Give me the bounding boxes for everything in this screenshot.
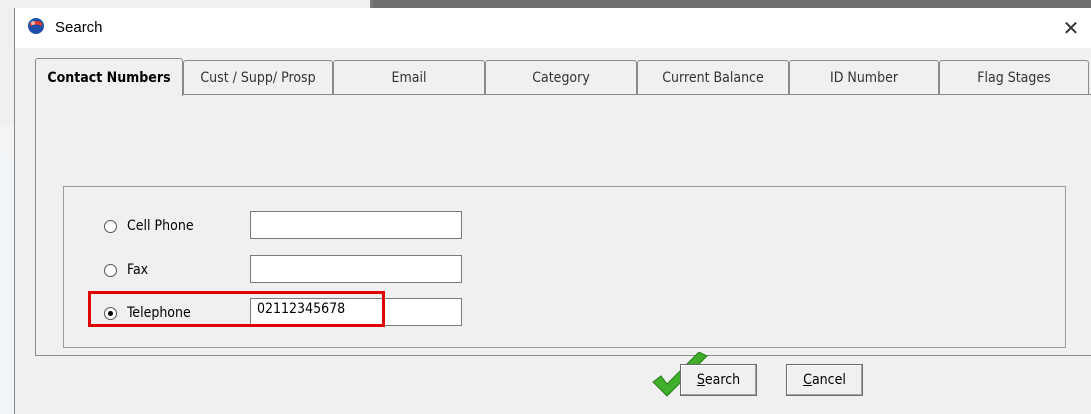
cell-phone-label: Cell Phone bbox=[127, 218, 194, 234]
title-bar[interactable]: Search ✕ bbox=[15, 8, 1091, 48]
cancel-button[interactable]: Cancel bbox=[786, 364, 863, 396]
tab-label: Flag Stages bbox=[977, 69, 1051, 86]
contact-numbers-panel: Cell Phone Fax Telephone 02112345678 bbox=[35, 94, 1091, 356]
cell-phone-option[interactable]: Cell Phone bbox=[104, 215, 194, 237]
fax-option[interactable]: Fax bbox=[104, 259, 148, 281]
window-title: Search bbox=[55, 19, 103, 36]
cell-phone-field[interactable] bbox=[250, 211, 462, 239]
tab-category[interactable]: Category bbox=[485, 60, 637, 94]
highlight-box bbox=[88, 291, 385, 327]
search-mnemonic: S bbox=[696, 372, 705, 388]
search-dialog: Search ✕ Contact Numbers Cust / Supp/ Pr… bbox=[14, 8, 1091, 414]
tab-strip: Contact Numbers Cust / Supp/ Prosp Email… bbox=[35, 58, 1090, 96]
cancel-mnemonic: C bbox=[803, 372, 812, 388]
tab-id-number[interactable]: ID Number bbox=[789, 60, 939, 94]
fax-field[interactable] bbox=[250, 255, 462, 283]
tab-label: Current Balance bbox=[662, 69, 764, 86]
app-globe-icon bbox=[28, 18, 44, 34]
search-label: earch bbox=[704, 372, 741, 388]
close-button[interactable]: ✕ bbox=[1051, 8, 1091, 48]
tab-cust-supp-prosp[interactable]: Cust / Supp/ Prosp bbox=[183, 60, 333, 94]
fax-radio[interactable] bbox=[104, 263, 117, 277]
close-icon: ✕ bbox=[1062, 17, 1080, 40]
background-panel-edge bbox=[0, 155, 14, 414]
tab-email[interactable]: Email bbox=[333, 60, 485, 94]
fax-label: Fax bbox=[127, 262, 149, 278]
tab-contact-numbers[interactable]: Contact Numbers bbox=[35, 58, 183, 96]
search-button[interactable]: Search bbox=[680, 364, 757, 396]
contact-numbers-group: Cell Phone Fax Telephone 02112345678 bbox=[63, 186, 1066, 348]
tab-label: Email bbox=[391, 69, 427, 86]
cancel-label: ancel bbox=[811, 372, 846, 388]
tab-label: Cust / Supp/ Prosp bbox=[200, 69, 316, 86]
cell-phone-radio[interactable] bbox=[104, 219, 117, 233]
tab-current-balance[interactable]: Current Balance bbox=[637, 60, 789, 94]
tab-label: Category bbox=[532, 69, 590, 86]
tab-label: ID Number bbox=[829, 69, 898, 86]
tab-label: Contact Numbers bbox=[47, 69, 171, 86]
tab-flag-stages[interactable]: Flag Stages bbox=[939, 60, 1089, 94]
